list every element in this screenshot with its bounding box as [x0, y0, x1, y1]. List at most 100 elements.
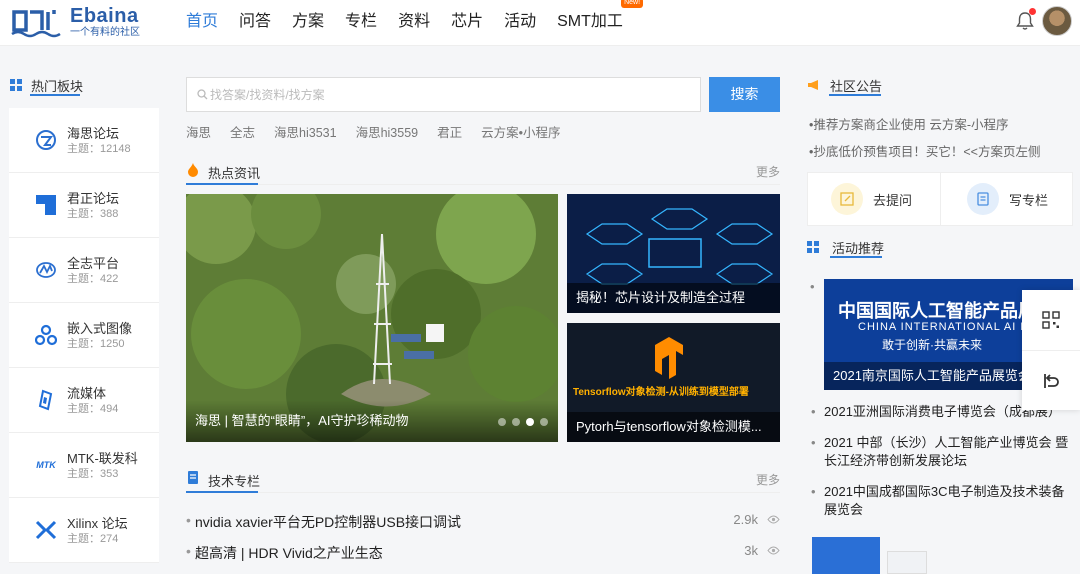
board-count: 主题：422 [67, 272, 119, 285]
hot-search-tags: 海思 全志 海思hi3531 海思hi3559 君正 云方案•小程序 [186, 122, 780, 141]
carousel-dot[interactable] [540, 418, 548, 426]
article-item[interactable]: • 超高清 | HDR Vivid之产业生态 3k [186, 543, 780, 563]
carousel-dot-active[interactable] [526, 418, 534, 426]
events-underline [830, 256, 882, 258]
quick-actions: 去提问 写专栏 [807, 172, 1073, 226]
article-title: nvidia xavier平台无PD控制器USB接口调试 [195, 514, 462, 530]
back-button[interactable] [1022, 350, 1080, 410]
column-title: 技术专栏 [208, 474, 261, 489]
hot-boards-section: 热门板块 海思论坛 主题：12148 君正论坛 主题：388 全志平台 主题：422 [0, 70, 160, 563]
search-input[interactable]: 找答案/找资料/找方案 [186, 77, 701, 112]
ask-question-button[interactable]: 去提问 [808, 173, 940, 225]
article-title: 超高清 | HDR Vivid之产业生态 [195, 545, 383, 561]
banner-title-en: CHINA INTERNATIONAL AI EX [858, 321, 1038, 333]
write-label: 写专栏 [1008, 192, 1048, 208]
board-item[interactable]: 君正论坛 主题：388 [9, 173, 159, 238]
notice-item[interactable]: •抄底低价预售项目！买它！<<方案页左侧 [807, 139, 1073, 166]
hot-tag[interactable]: 海思hi3559 [356, 122, 419, 141]
nav-qa[interactable]: 问答 [239, 0, 271, 46]
nav-solutions[interactable]: 方案 [292, 0, 324, 46]
article-views: 3k [744, 543, 758, 558]
floating-toolbar [1022, 290, 1080, 410]
user-avatar[interactable] [1042, 6, 1072, 36]
grid-icon [10, 79, 22, 91]
column-underline [186, 491, 258, 493]
hot-tag[interactable]: 海思 [186, 122, 211, 141]
event-item[interactable]: • 2021 中部（长沙）人工智能产业博览会 暨长江经济带创新发展论坛 [807, 434, 1073, 470]
news-more-link[interactable]: 更多 [756, 163, 780, 180]
featured-news-image[interactable]: 海思 | 智慧的“眼睛”，AI守护珍稀动物 [186, 194, 558, 442]
hisilicon-icon [35, 129, 57, 151]
column-more-link[interactable]: 更多 [756, 471, 780, 488]
board-item[interactable]: MTK MTK-联发科 主题：353 [9, 433, 159, 498]
article-icon [188, 471, 198, 484]
board-count: 主题：1250 [67, 337, 125, 350]
board-name: MTK-联发科 [67, 450, 138, 466]
carousel-indicators [492, 418, 548, 426]
board-item[interactable]: 海思论坛 主题：12148 [9, 108, 159, 173]
nav-home[interactable]: 首页 [186, 0, 218, 46]
site-logo[interactable]: Ebaina 一个有料的社区 [10, 4, 140, 40]
hot-tag[interactable]: 云方案•小程序 [481, 122, 560, 141]
board-item[interactable]: 嵌入式图像 主题：1250 [9, 303, 159, 368]
allwinner-icon [35, 259, 57, 281]
banner-title-cn: 中国国际人工智能产品展 [838, 301, 1036, 321]
event-title: 2021中国成都国际3C电子制造及技术装备展览会 [824, 484, 1065, 517]
event-title: 2021 中部（长沙）人工智能产业博览会 暨长江经济带创新发展论坛 [824, 435, 1069, 468]
qr-code-button[interactable] [1022, 290, 1080, 350]
xilinx-icon [35, 519, 57, 541]
logo-slogan: 一个有料的社区 [70, 26, 140, 38]
hot-tag[interactable]: 全志 [230, 122, 255, 141]
eye-icon [767, 515, 780, 524]
board-name: 全志平台 [67, 255, 120, 271]
chip-news-caption: 揭秘！芯片设计及制造全过程 [567, 283, 780, 313]
bullet-dot: • [810, 279, 815, 294]
nav-events[interactable]: 活动 [504, 0, 536, 46]
hot-tag[interactable]: 君正 [437, 122, 462, 141]
tensorflow-news-caption: Pytorh与tensorflow对象检测模... [567, 412, 780, 442]
main-content: 找答案/找资料/找方案 搜索 海思 全志 海思hi3531 海思hi3559 君… [186, 77, 780, 561]
mtk-icon: MTK [36, 460, 56, 470]
top-header: Ebaina 一个有料的社区 首页 问答 方案 专栏 资料 芯片 活动 SMT加… [0, 0, 1080, 46]
ask-label: 去提问 [873, 192, 913, 208]
board-list: 海思论坛 主题：12148 君正论坛 主题：388 全志平台 主题：422 嵌入式图像… [9, 108, 159, 563]
news-thumb-chip[interactable]: 揭秘！芯片设计及制造全过程 [567, 194, 780, 313]
notice-item[interactable]: •推荐方案商企业使用 云方案-小程序 [807, 112, 1073, 139]
bullet-dot: • [811, 404, 816, 419]
notice-underline [829, 94, 881, 96]
flame-icon [188, 163, 198, 177]
logo-mark-icon [11, 10, 61, 38]
search-button[interactable]: 搜索 [709, 77, 780, 112]
board-item[interactable]: Xilinx 论坛 主题：274 [9, 498, 159, 563]
tensorflow-overlay-text: Tensorflow对象检测-从训练到模型部署 [573, 387, 749, 398]
board-item[interactable]: 流媒体 主题：494 [9, 368, 159, 433]
news-underline [186, 183, 258, 185]
board-name: 海思论坛 [67, 125, 120, 141]
event-thumbnail[interactable] [812, 537, 880, 574]
board-count: 主题：274 [67, 532, 119, 545]
right-sidebar: 社区公告 •推荐方案商企业使用 云方案-小程序 •抄底低价预售项目！买它！<<方… [807, 70, 1073, 574]
article-item[interactable]: • nvidia xavier平台无PD控制器USB接口调试 2.9k [186, 512, 780, 532]
notice-title: 社区公告 [830, 78, 883, 94]
news-thumb-tensorflow[interactable]: Tensorflow对象检测-从训练到模型部署 Pytorh与tensorflo… [567, 323, 780, 442]
new-badge: New! [621, 0, 644, 8]
event-thumbnail[interactable] [887, 551, 927, 574]
event-item[interactable]: • 2021中国成都国际3C电子制造及技术装备展览会 [807, 483, 1073, 519]
nav-column[interactable]: 专栏 [345, 0, 377, 46]
bullet-dot: • [186, 512, 191, 528]
hot-boards-underline [30, 94, 80, 96]
logo-name: Ebaina [70, 4, 139, 27]
news-title: 热点资讯 [208, 166, 261, 181]
hot-tag[interactable]: 海思hi3531 [274, 122, 337, 141]
nav-chips[interactable]: 芯片 [451, 0, 483, 46]
article-views: 2.9k [733, 512, 758, 527]
bullet-dot: • [811, 484, 816, 499]
carousel-dot[interactable] [512, 418, 520, 426]
nav-resources[interactable]: 资料 [398, 0, 430, 46]
nav-smt[interactable]: SMT加工 New! [557, 0, 644, 46]
document-icon [966, 183, 999, 215]
carousel-dot[interactable] [498, 418, 506, 426]
board-item[interactable]: 全志平台 主题：422 [9, 238, 159, 303]
events-title: 活动推荐 [832, 240, 885, 256]
write-column-button[interactable]: 写专栏 [939, 173, 1072, 225]
